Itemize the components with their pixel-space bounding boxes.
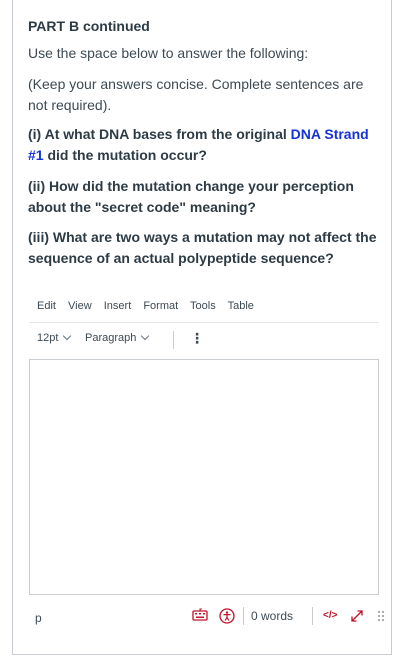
rich-text-editor[interactable] <box>29 359 379 595</box>
accessibility-icon[interactable] <box>219 608 235 627</box>
toolbar-divider <box>173 331 174 349</box>
editor-menubar: Edit View Insert Format Tools Table <box>37 300 263 312</box>
menu-insert[interactable]: Insert <box>104 300 132 312</box>
word-count[interactable]: 0 words <box>251 609 293 623</box>
question-1-text-b: did the mutation occur? <box>43 147 207 163</box>
menu-edit[interactable]: Edit <box>37 300 56 312</box>
keyboard-icon[interactable] <box>192 608 208 625</box>
editor-toolbar: 12pt Paragraph ⋮ <box>29 322 379 354</box>
statusbar-divider <box>243 607 244 625</box>
question-card: PART B continued Use the space below to … <box>12 0 392 655</box>
html-editor-toggle[interactable]: </> <box>323 610 337 621</box>
editor-statusbar: p 0 words </> <box>29 605 384 629</box>
more-options-icon[interactable]: ⋮ <box>190 331 204 345</box>
instruction-text: Use the space below to answer the follow… <box>28 45 309 61</box>
fullscreen-icon[interactable] <box>349 608 365 627</box>
element-path[interactable]: p <box>35 611 42 625</box>
question-2: (ii) How did the mutation change your pe… <box>28 178 354 215</box>
question-3: (iii) What are two ways a mutation may n… <box>28 229 377 266</box>
chevron-down-icon <box>141 331 150 341</box>
block-format-value: Paragraph <box>85 332 137 344</box>
menu-view[interactable]: View <box>68 300 92 312</box>
menu-format[interactable]: Format <box>143 300 178 312</box>
chevron-down-icon <box>63 331 72 341</box>
menu-tools[interactable]: Tools <box>190 300 216 312</box>
font-size-dropdown[interactable]: 12pt <box>37 331 72 344</box>
font-size-value: 12pt <box>37 332 59 344</box>
note-text: (Keep your answers concise. Complete sen… <box>28 76 364 113</box>
block-format-dropdown[interactable]: Paragraph <box>85 331 150 344</box>
menu-table[interactable]: Table <box>228 300 254 312</box>
resize-handle-icon[interactable] <box>377 610 385 627</box>
question-1-text-a: (i) At what DNA bases from the original <box>28 126 291 142</box>
section-heading: PART B continued <box>28 18 150 34</box>
statusbar-divider <box>312 607 313 625</box>
question-1: (i) At what DNA bases from the original … <box>28 124 380 166</box>
